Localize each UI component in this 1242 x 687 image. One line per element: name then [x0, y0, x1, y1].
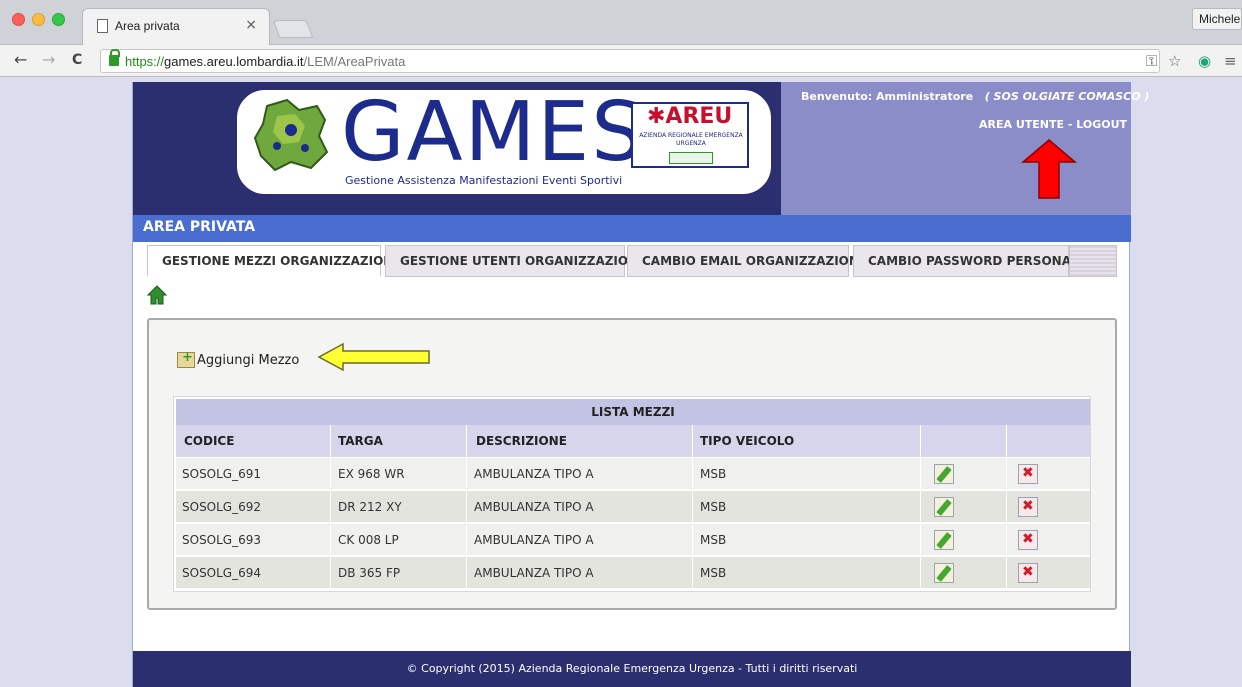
column-header: TIPO VEICOLO — [700, 434, 795, 448]
address-bar[interactable]: https://games.areu.lombardia.it/LEM/Area… — [100, 49, 1160, 73]
browser-toolbar: ← → C https://games.areu.lombardia.it/LE… — [0, 45, 1242, 77]
cell-codice: SOSOLG_694 — [182, 566, 262, 580]
cell-targa: DR 212 XY — [338, 500, 402, 514]
games-logo: GAMES Gestione Assistenza Manifestazioni… — [235, 88, 773, 196]
page: GAMES Gestione Assistenza Manifestazioni… — [132, 82, 1149, 687]
tab-title: Area privata — [115, 19, 180, 33]
tab-close-icon[interactable]: × — [245, 17, 257, 33]
page-icon — [97, 19, 108, 33]
site-header: GAMES Gestione Assistenza Manifestazioni… — [133, 82, 1149, 215]
table-row: SOSOLG_694 DB 365 FP AMBULANZA TIPO A MS… — [176, 556, 1090, 588]
areu-title: ✱AREU — [647, 104, 733, 129]
welcome-text: Benvenuto: Amministratore ( SOS OLGIATE … — [801, 90, 1150, 103]
tab-gestione-utenti[interactable]: GESTIONE UTENTI ORGANIZZAZIONE — [385, 245, 646, 277]
column-header: DESCRIZIONE — [476, 434, 567, 448]
regione-lombardia-logo — [669, 152, 713, 164]
lombardia-map-icon — [253, 98, 329, 172]
cell-descrizione: AMBULANZA TIPO A — [474, 500, 594, 514]
window-close-button[interactable] — [12, 13, 25, 26]
edit-icon[interactable] — [934, 563, 954, 583]
delete-icon[interactable] — [1018, 563, 1038, 583]
new-tab-button[interactable] — [272, 20, 314, 38]
column-header: TARGA — [338, 434, 383, 448]
column-divider — [330, 425, 331, 591]
bookmark-star-icon[interactable]: ☆ — [1168, 52, 1181, 70]
edit-icon[interactable] — [934, 464, 954, 484]
browser-tab-bar: Area privata × Michele — [0, 0, 1242, 46]
table-row: SOSOLG_692 DR 212 XY AMBULANZA TIPO A MS… — [176, 490, 1090, 522]
home-icon[interactable] — [147, 285, 167, 305]
cell-tipo: MSB — [700, 467, 727, 481]
url-text: https://games.areu.lombardia.it/LEM/Area… — [125, 54, 406, 69]
column-header: CODICE — [184, 434, 235, 448]
area-privata-bar: AREA PRIVATA — [133, 215, 1131, 242]
organization-name: ( SOS OLGIATE COMASCO ) — [984, 90, 1150, 103]
column-divider — [692, 425, 693, 591]
table-row: SOSOLG_693 CK 008 LP AMBULANZA TIPO A MS… — [176, 523, 1090, 555]
footer-copyright: © Copyright (2015) Azienda Regionale Eme… — [133, 651, 1131, 687]
areu-subtitle: AZIENDA REGIONALE EMERGENZA URGENZA — [639, 132, 743, 147]
cell-descrizione: AMBULANZA TIPO A — [474, 467, 594, 481]
red-arrow-annotation — [1021, 139, 1077, 199]
reload-button[interactable]: C — [72, 52, 82, 68]
cell-codice: SOSOLG_691 — [182, 467, 262, 481]
delete-icon[interactable] — [1018, 464, 1038, 484]
vehicles-list: LISTA MEZZI CODICE TARGA DESCRIZIONE TIP… — [173, 396, 1091, 592]
tab-cambio-password[interactable]: CAMBIO PASSWORD PERSONALE — [853, 245, 1087, 277]
cell-tipo: MSB — [700, 566, 727, 580]
column-divider — [466, 425, 467, 591]
add-vehicle-link[interactable]: Aggiungi Mezzo — [177, 350, 300, 368]
lock-icon — [109, 49, 120, 66]
column-divider — [920, 425, 921, 591]
cell-codice: SOSOLG_693 — [182, 533, 262, 547]
add-vehicle-icon — [177, 350, 195, 368]
list-header-row: CODICE TARGA DESCRIZIONE TIPO VEICOLO — [176, 425, 1090, 457]
tabs-filler — [1069, 245, 1117, 277]
cell-targa: CK 008 LP — [338, 533, 399, 547]
games-wordmark: GAMES — [341, 88, 646, 180]
back-button[interactable]: ← — [14, 50, 27, 69]
column-divider — [1006, 425, 1007, 591]
section-tabs: GESTIONE MEZZI ORGANIZZAZIONE GESTIONE U… — [147, 245, 1119, 277]
list-title: LISTA MEZZI — [176, 399, 1090, 425]
area-utente-logout-link[interactable]: AREA UTENTE - LOGOUT — [979, 118, 1127, 131]
add-vehicle-label: Aggiungi Mezzo — [197, 352, 300, 368]
cell-targa: DB 365 FP — [338, 566, 401, 580]
vehicles-panel: Aggiungi Mezzo LISTA MEZZI CODICE TARGA … — [147, 318, 1117, 610]
edit-icon[interactable] — [934, 530, 954, 550]
cell-targa: EX 968 WR — [338, 467, 405, 481]
tab-gestione-mezzi[interactable]: GESTIONE MEZZI ORGANIZZAZIONE — [147, 245, 402, 277]
games-subtitle: Gestione Assistenza Manifestazioni Event… — [345, 174, 623, 187]
delete-icon[interactable] — [1018, 497, 1038, 517]
cell-codice: SOSOLG_692 — [182, 500, 262, 514]
table-row: SOSOLG_691 EX 968 WR AMBULANZA TIPO A MS… — [176, 457, 1090, 489]
yellow-arrow-annotation — [317, 342, 430, 372]
cell-descrizione: AMBULANZA TIPO A — [474, 566, 594, 580]
window-zoom-button[interactable] — [52, 13, 65, 26]
browser-tab[interactable]: Area privata × — [82, 8, 270, 46]
cell-tipo: MSB — [700, 533, 727, 547]
cell-descrizione: AMBULANZA TIPO A — [474, 533, 594, 547]
tab-cambio-email[interactable]: CAMBIO EMAIL ORGANIZZAZIONE — [627, 245, 867, 277]
extension-icon[interactable]: ◉ — [1198, 52, 1211, 70]
delete-icon[interactable] — [1018, 530, 1038, 550]
areu-logo: ✱AREU AZIENDA REGIONALE EMERGENZA URGENZ… — [631, 102, 749, 168]
window-minimize-button[interactable] — [32, 13, 45, 26]
profile-button[interactable]: Michele — [1192, 8, 1242, 30]
menu-icon[interactable]: ≡ — [1224, 52, 1237, 70]
key-icon[interactable]: ⚿ — [1146, 52, 1157, 70]
cell-tipo: MSB — [700, 500, 727, 514]
edit-icon[interactable] — [934, 497, 954, 517]
forward-button[interactable]: → — [42, 50, 55, 69]
